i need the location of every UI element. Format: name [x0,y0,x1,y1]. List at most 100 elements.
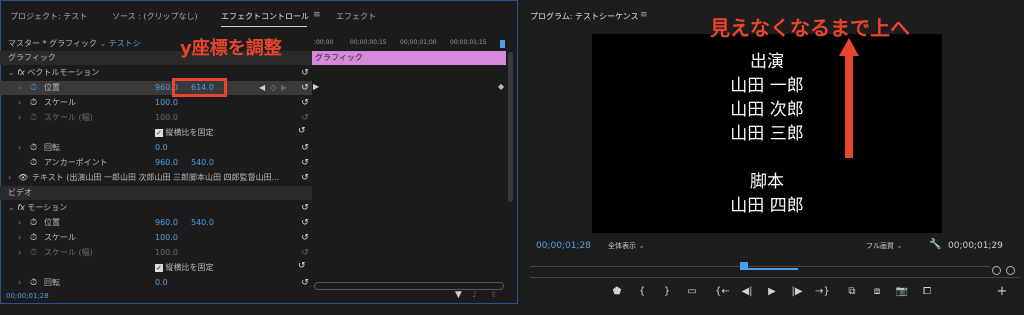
add-marker-icon[interactable]: ⬟ [610,286,624,297]
motion-scale-row[interactable]: › ⏱ スケール 100.0 ↺ [0,231,312,245]
stopwatch-icon[interactable]: ⏱ [30,96,37,110]
scroll-handle-left[interactable] [992,266,1001,275]
go-to-out-icon[interactable]: →} [815,286,830,297]
reset-icon[interactable]: ↺ [298,81,312,95]
safe-margins-icon[interactable]: ▭ [685,286,699,297]
video-preview[interactable]: 出演 山田 一郎 山田 次郎 山田 三郎 脚本 山田 四郎 監督 [592,34,942,233]
playhead-marker[interactable] [500,40,505,48]
motion-scale-value[interactable]: 100.0 [155,231,178,245]
rotation-row[interactable]: › ⏱ 回転 0.0 ↺ [0,141,312,155]
scroll-handle-right[interactable] [1006,266,1015,275]
overwrite-icon[interactable]: ⧈ [870,286,884,297]
reset-icon[interactable]: ↺ [298,126,306,136]
motion-rotation-row[interactable]: › ⏱ 回転 0.0 ↺ [0,276,312,290]
reset-icon[interactable]: ↺ [298,276,312,290]
timeline-track-area[interactable] [312,65,506,285]
scale-width-value: 100.0 [155,113,178,122]
chevron-down-icon: ⌄ [638,241,645,250]
work-area-bar[interactable] [740,268,798,270]
chevron-down-icon: ⌄ [896,241,903,250]
timeline-clip-graphic[interactable]: グラフィック [312,51,506,65]
anchor-point-row[interactable]: ⏱ アンカーポイント 960.0 540.0 ↺ [0,156,312,170]
annotation-highlight-box [172,78,227,97]
motion-position-row[interactable]: › ⏱ 位置 960.0 540.0 ↺ [0,216,312,230]
tab-source[interactable]: ソース : (クリップなし) [112,11,198,22]
vector-motion-row[interactable]: ⌄ fx ベクトルモーション ↺ [8,66,312,80]
keyframe-nav-icon[interactable]: ▶ [313,82,319,91]
tab-program[interactable]: プログラム: テストシーケンス [530,11,639,22]
stopwatch-icon[interactable]: ⏱ [30,81,37,95]
clip-label: グラフィック [315,53,363,62]
panel-menu-icon[interactable]: ≡ [640,10,648,20]
master-clip-selector[interactable]: マスター * グラフィック ⌄ テストシ [8,37,141,51]
vertical-scrollbar[interactable] [508,52,513,202]
timeline-scrollbar[interactable] [314,282,504,290]
tab-effect-control[interactable]: エフェクトコントロール [221,11,309,22]
step-back-icon[interactable]: ◀| [740,286,754,297]
timeline-ruler[interactable]: ;00;00 00;00;00;15 00;00;01;00 00;00;01;… [312,37,506,51]
checkbox-checked[interactable]: ✓ [155,263,163,272]
tab-project[interactable]: プロジェクト: テスト [10,11,87,22]
timeline-track-line [530,266,990,267]
anchor-x-value[interactable]: 960.0 [155,156,178,170]
eye-icon[interactable]: 👁 [18,171,28,185]
wrench-icon[interactable]: 🔧 [929,239,941,250]
chevron-down-icon: ⌄ [8,203,15,212]
stopwatch-icon[interactable]: ⏱ [30,216,37,230]
scale-row[interactable]: › ⏱ スケール 100.0 ↺ [0,96,312,110]
stopwatch-icon[interactable]: ⏱ [30,156,37,170]
reset-icon[interactable]: ↺ [298,201,312,215]
reset-icon[interactable]: ↺ [298,216,312,230]
add-button-icon[interactable]: + [995,284,1009,299]
current-timecode[interactable]: 00;00;01;28 [536,241,591,251]
add-keyframe-icon[interactable]: ◇ [270,81,276,95]
motion-rotation-value[interactable]: 0.0 [155,276,168,290]
position-row[interactable]: › ⏱ 位置 960.0 614.0 ◀ ◇ ▶ ↺ [0,81,312,95]
stopwatch-icon[interactable]: ⏱ [30,231,37,245]
motion-position-x[interactable]: 960.0 [155,216,178,230]
mark-out-icon[interactable]: } [660,286,674,297]
fit-dropdown[interactable]: 全体表示 ⌄ [608,240,668,252]
panel-menu-icon[interactable]: ≡ [313,10,321,20]
reset-icon[interactable]: ↺ [298,141,312,155]
compare-view-icon[interactable]: ⧠ [920,286,934,297]
zoom-scrollbar[interactable] [530,277,1020,286]
uniform-scale-row[interactable]: ✓ 縦横比を固定 [155,126,214,140]
reset-icon[interactable]: ↺ [298,96,312,110]
scale-value[interactable]: 100.0 [155,96,178,110]
play-audio-icon[interactable]: ♪ [472,290,477,299]
motion-position-y[interactable]: 540.0 [191,216,214,230]
step-forward-icon[interactable]: |▶ [790,286,804,297]
text-layer-row[interactable]: › 👁 テキスト (出演山田 一郎山田 次郎山田 三郎脚本山田 四郎監督山田..… [0,171,312,185]
motion-row[interactable]: ⌄ fx モーション ↺ [8,201,312,215]
next-keyframe-icon[interactable]: ▶ [281,81,287,95]
stopwatch-icon[interactable]: ⏱ [30,141,37,155]
tab-effects[interactable]: エフェクト [336,11,376,22]
reset-icon: ↺ [301,113,309,123]
insert-icon[interactable]: ⧉ [845,286,859,297]
checkbox-checked[interactable]: ✓ [155,128,163,137]
chevron-right-icon: › [18,98,22,107]
monitor-timeline[interactable] [530,258,990,274]
export-icon[interactable]: ⇪ [490,290,497,299]
position-label: 位置 [44,83,60,92]
stopwatch-icon[interactable]: ⏱ [30,276,37,290]
keyframe-diamond-icon[interactable]: ◆ [498,82,504,91]
scale-width-label: スケール (幅) [44,113,93,122]
go-to-in-icon[interactable]: {← [715,286,730,297]
camera-icon[interactable]: 📷 [895,286,909,297]
prev-keyframe-icon[interactable]: ◀ [259,81,265,95]
reset-icon[interactable]: ↺ [298,156,312,170]
play-icon[interactable]: ▶ [765,286,779,297]
reset-icon[interactable]: ↺ [298,66,312,80]
rotation-value[interactable]: 0.0 [155,141,168,155]
motion-uniform-scale-row[interactable]: ✓ 縦横比を固定 [155,261,214,275]
reset-icon[interactable]: ↺ [298,231,312,245]
mark-in-icon[interactable]: { [635,286,649,297]
reset-icon[interactable]: ↺ [298,261,306,271]
anchor-y-value[interactable]: 540.0 [191,156,214,170]
filter-icon[interactable]: ▼ [455,290,462,300]
reset-icon[interactable]: ↺ [298,171,312,185]
quality-dropdown[interactable]: フル画質 ⌄ [866,240,926,252]
bottom-timecode[interactable]: 00;00;01;28 [6,292,49,300]
